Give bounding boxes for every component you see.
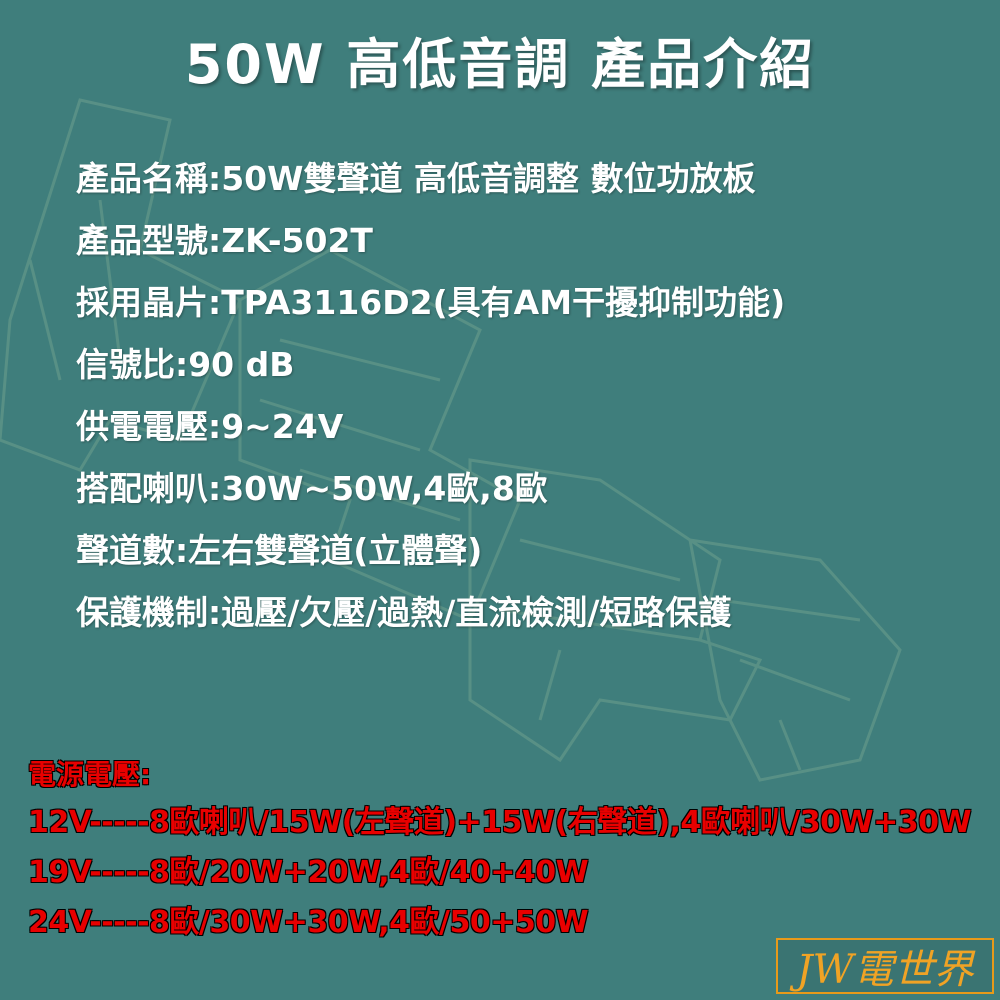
power-list: 電源電壓: 12V-----8歐喇叭/15W(左聲道)+15W(右聲道),4歐喇… (28, 752, 972, 948)
spec-model: 產品型號:ZK-502T (76, 221, 373, 260)
spec-list: 產品名稱:50W雙聲道 高低音調整 數位功放板 產品型號:ZK-502T 採用晶… (76, 153, 785, 649)
page-title: 50W 高低音調 產品介紹 (184, 33, 816, 96)
power-heading: 電源電壓: (28, 758, 152, 791)
spec-product-name: 產品名稱:50W雙聲道 高低音調整 數位功放板 (76, 159, 756, 198)
spec-speaker: 搭配喇叭:30W~50W,4歐,8歐 (76, 469, 548, 508)
brand-logo: JW電世界 (776, 938, 994, 994)
spec-voltage: 供電電壓:9~24V (76, 407, 344, 446)
spec-protection: 保護機制:過壓/欠壓/過熱/直流檢測/短路保護 (76, 593, 732, 632)
power-row-19v: 19V-----8歐/20W+20W,4歐/40+40W (28, 855, 589, 890)
power-row-12v: 12V-----8歐喇叭/15W(左聲道)+15W(右聲道),4歐喇叭/30W+… (28, 805, 972, 840)
spec-chip: 採用晶片:TPA3116D2(具有AM干擾抑制功能) (76, 283, 786, 322)
spec-snr: 信號比:90 dB (76, 345, 295, 384)
spec-channels: 聲道數:左右雙聲道(立體聲) (76, 531, 483, 570)
